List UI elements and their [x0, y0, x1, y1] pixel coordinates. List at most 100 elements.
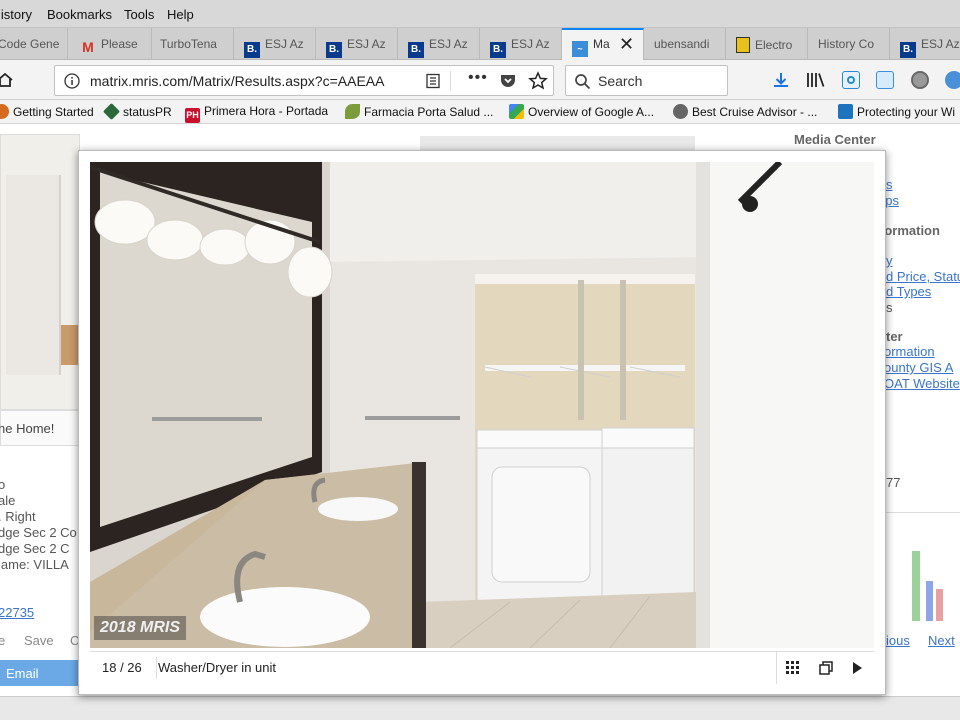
county-gis-link[interactable]: ounty GIS A	[884, 360, 953, 375]
bookmark-statuspr[interactable]: statusPR	[103, 103, 172, 120]
bookmark-primera-hora[interactable]: PH Primera Hora - Portada	[185, 104, 328, 123]
url-divider	[450, 71, 451, 91]
info-heading: formation	[880, 223, 940, 238]
google-ads-icon	[509, 104, 524, 119]
photo-caption-bar: 18 / 26 Washer/Dryer in unit	[90, 651, 874, 684]
detail-line: dge Sec 2 Co	[0, 525, 77, 540]
bookmark-label: Getting Started	[13, 105, 94, 119]
bathroom-laundry-photo	[90, 162, 874, 648]
right-link[interactable]: s	[886, 177, 893, 192]
bookmark-label: statusPR	[123, 105, 172, 119]
tab-history[interactable]: History Co	[808, 28, 890, 60]
photo-viewer-modal: 2018 MRIS 18 / 26 Washer/Dryer in unit	[78, 150, 886, 695]
chart-bar	[936, 589, 943, 621]
booking-icon: B.	[900, 42, 916, 58]
tab-label: ESJ Az	[265, 37, 304, 51]
tab-label: History Co	[818, 37, 875, 51]
play-slideshow-icon[interactable]	[851, 661, 863, 675]
status-bar	[0, 696, 960, 720]
media-center-heading: Media Center	[794, 132, 876, 147]
previous-link[interactable]: ious	[886, 633, 910, 648]
booking-icon: B.	[326, 42, 342, 58]
center-heading: ter	[886, 329, 903, 344]
more-actions-icon[interactable]: •••	[468, 69, 488, 87]
tab-label: ubensandi	[654, 37, 710, 51]
tab-gmail[interactable]: M Please	[68, 28, 152, 60]
reader-view-icon[interactable]	[425, 73, 441, 89]
tab-esj-4[interactable]: B. ESJ Az	[480, 28, 562, 60]
tab-esj-1[interactable]: B. ESJ Az	[234, 28, 316, 60]
screenshot-icon[interactable]	[876, 71, 894, 89]
tab-bar: Code Gene M Please TurboTena B. ESJ Az B. E…	[0, 28, 960, 61]
bookmark-farmacia[interactable]: Farmacia Porta Salud ...	[345, 104, 493, 119]
library-icon[interactable]	[806, 71, 826, 89]
bookmark-getting-started[interactable]: Getting Started	[0, 104, 94, 119]
bookmark-label: Protecting your Wi	[857, 105, 956, 119]
save-link[interactable]: Save	[24, 633, 54, 648]
tab-esj-2[interactable]: B. ESJ Az	[316, 28, 398, 60]
bookmark-protecting-wifi[interactable]: Protecting your Wi	[838, 104, 955, 119]
count-value: 77	[886, 475, 901, 490]
caption-divider	[156, 657, 157, 679]
menu-tools[interactable]: Tools	[124, 7, 154, 22]
navigation-bar: matrix.mris.com/Matrix/Results.aspx?c=AA…	[0, 60, 960, 100]
url-text[interactable]: matrix.mris.com/Matrix/Results.aspx?c=AA…	[90, 73, 384, 89]
menu-help[interactable]: Help	[167, 7, 194, 22]
tab-esj-5[interactable]: B. ESJ Az	[890, 28, 960, 60]
bookmark-label: Primera Hora - Portada	[204, 104, 329, 118]
bookmark-cruise-advisor[interactable]: Best Cruise Advisor - ...	[673, 104, 817, 119]
restore-window-icon[interactable]	[819, 661, 833, 675]
globe-icon[interactable]	[911, 71, 929, 89]
detail-line: . Right	[0, 509, 36, 524]
search-placeholder: Search	[598, 73, 643, 89]
bookmark-star-icon[interactable]	[528, 71, 548, 91]
listing-photo[interactable]: 2018 MRIS	[90, 162, 874, 648]
types-link[interactable]: d Types	[886, 284, 931, 299]
price-status-link[interactable]: d Price, Status	[886, 269, 960, 284]
tab-esj-3[interactable]: B. ESJ Az	[398, 28, 480, 60]
detail-line: lame: VILLA	[0, 557, 69, 572]
sync-icon[interactable]	[842, 71, 860, 89]
note-icon	[736, 37, 750, 53]
statuspr-icon	[103, 103, 120, 120]
action-e[interactable]: e	[0, 633, 5, 648]
home-text: he Home!	[0, 421, 55, 436]
listing-thumbnail[interactable]	[0, 134, 81, 410]
email-label: Email	[6, 666, 39, 681]
tab-ubensandi[interactable]: ubensandi	[644, 28, 726, 60]
download-icon[interactable]	[772, 71, 790, 89]
star-badge-icon	[838, 104, 853, 119]
menu-history[interactable]: listory	[0, 7, 32, 22]
search-box[interactable]: Search	[565, 65, 728, 96]
extension-icon[interactable]	[945, 71, 960, 89]
right-link[interactable]: y	[886, 253, 893, 268]
tab-code-gene[interactable]: Code Gene	[0, 28, 68, 60]
menu-bookmarks[interactable]: Bookmarks	[47, 7, 112, 22]
zip-link[interactable]: 22735	[0, 605, 34, 620]
photo-caption: Washer/Dryer in unit	[158, 660, 276, 675]
tab-turbotenant[interactable]: TurboTena	[152, 28, 234, 60]
tab-matrix-active[interactable]: ~ Ma ✕	[562, 28, 644, 61]
info-icon[interactable]	[64, 73, 80, 89]
tab-label: ESJ Az	[511, 37, 550, 51]
home-icon[interactable]	[0, 71, 14, 89]
tab-label: Please	[101, 37, 138, 51]
next-link[interactable]: Next	[928, 633, 955, 648]
booking-icon: B.	[490, 42, 506, 58]
sdat-website-link[interactable]: OAT Website	[884, 376, 960, 391]
close-tab-icon[interactable]: ✕	[619, 34, 634, 55]
menu-bar: listory Bookmarks Tools Help	[0, 0, 960, 28]
right-text: s	[886, 300, 893, 315]
globe-icon	[673, 104, 688, 119]
gmail-icon: M	[82, 39, 94, 55]
search-icon	[575, 74, 591, 90]
pocket-icon[interactable]	[499, 72, 517, 90]
email-button[interactable]: Email	[0, 660, 80, 686]
grid-view-icon[interactable]	[786, 661, 800, 675]
tab-label: ESJ Az	[921, 37, 960, 51]
tab-electro[interactable]: Electro	[726, 28, 808, 60]
url-bar[interactable]: matrix.mris.com/Matrix/Results.aspx?c=AA…	[54, 65, 554, 96]
bookmark-google-overview[interactable]: Overview of Google A...	[509, 104, 654, 119]
information-link[interactable]: ormation	[884, 344, 935, 359]
tab-label: ESJ Az	[429, 37, 468, 51]
